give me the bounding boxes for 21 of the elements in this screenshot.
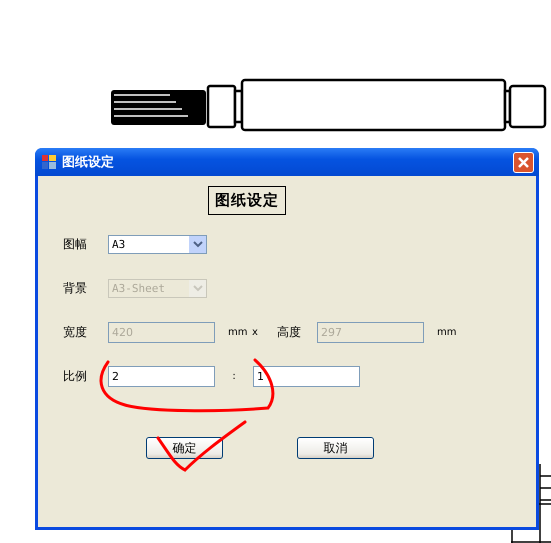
- window-title: 图纸设定: [62, 154, 115, 171]
- chevron-down-icon: [189, 280, 206, 296]
- separator: :: [231, 370, 237, 382]
- dialog-button[interactable]: 确定: [146, 437, 223, 459]
- field-label: 宽度: [63, 324, 88, 340]
- dropdown[interactable]: A3: [108, 234, 207, 254]
- field-label: 比例: [63, 368, 88, 384]
- app-icon: [41, 154, 57, 170]
- close-button[interactable]: [513, 152, 534, 172]
- chevron-down-icon: [189, 236, 206, 252]
- field-label: 背景: [63, 280, 88, 296]
- field-label: 图幅: [63, 236, 88, 252]
- separator: x: [252, 326, 259, 338]
- input-field[interactable]: 2: [108, 366, 215, 386]
- unit-label: mm: [437, 326, 455, 338]
- close-icon: [518, 156, 529, 168]
- dialog-button[interactable]: 取消: [297, 437, 374, 459]
- field-label: 高度: [277, 324, 302, 340]
- input-field[interactable]: 1: [253, 366, 360, 386]
- dialog-heading: 图纸设定: [208, 186, 286, 215]
- unit-label: mm: [228, 326, 246, 338]
